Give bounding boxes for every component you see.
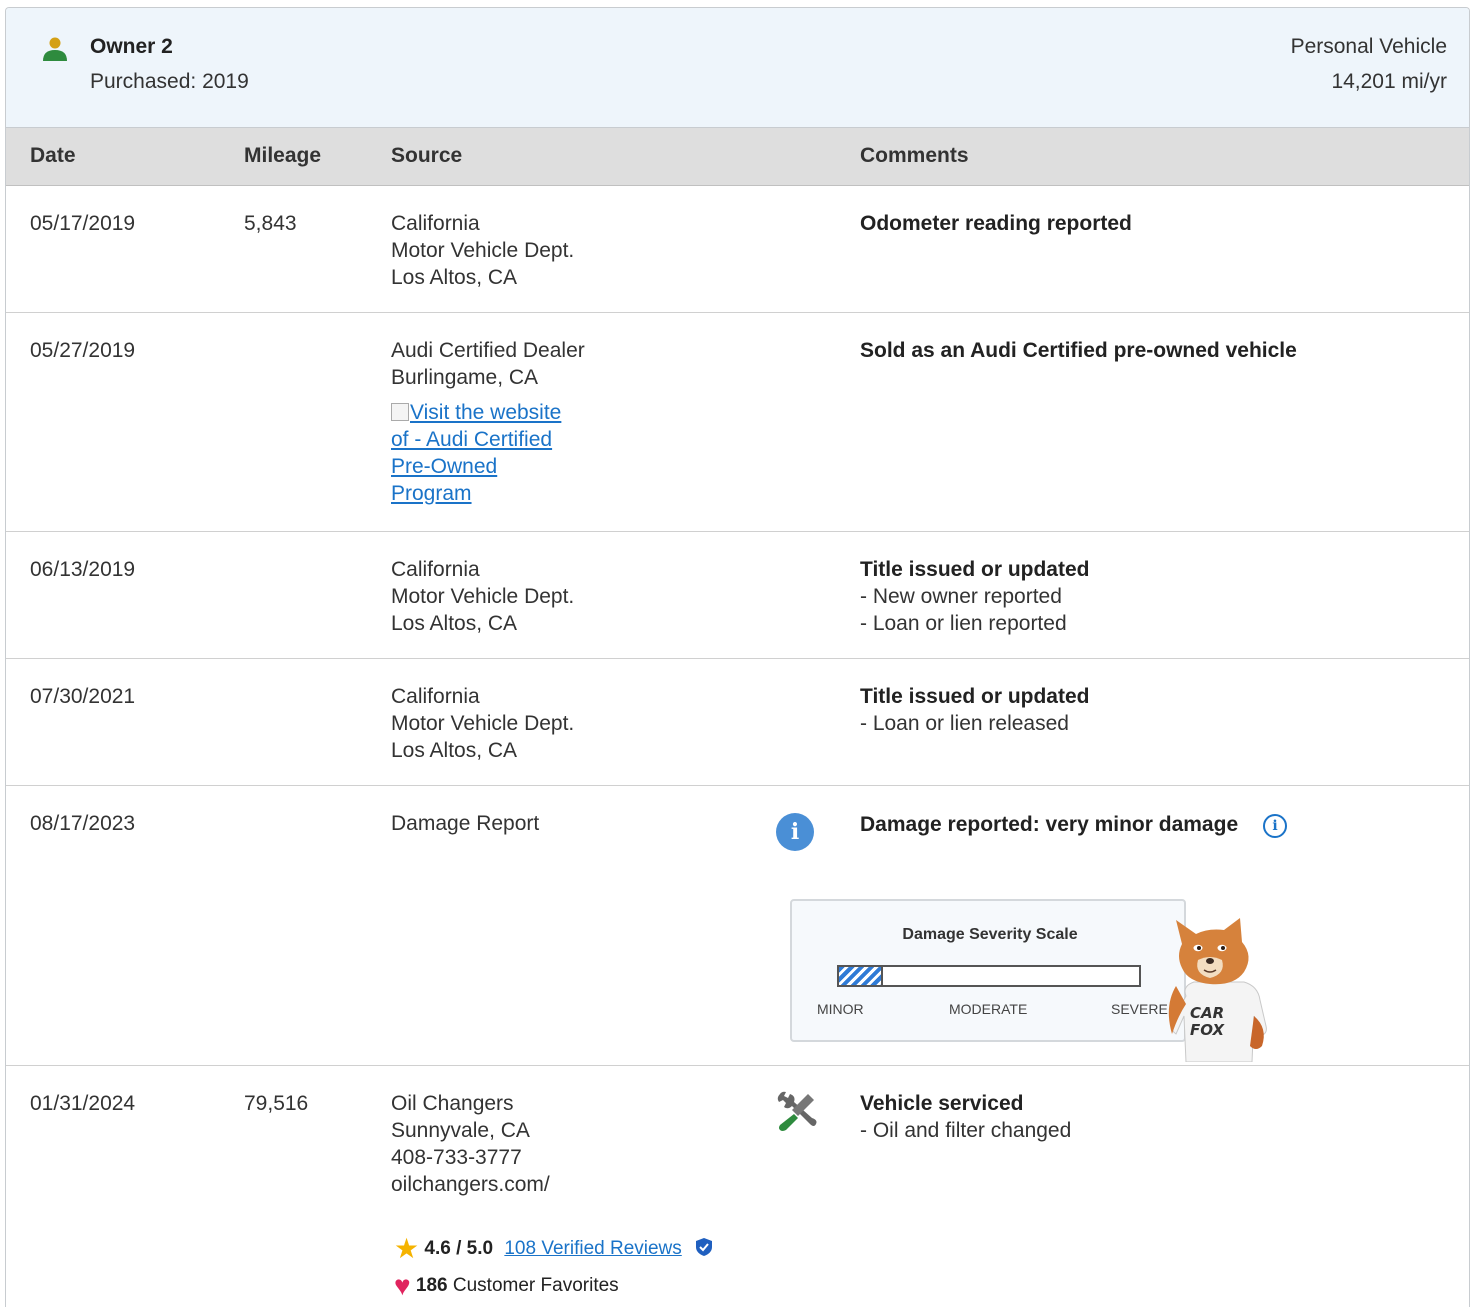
table-row: 07/30/2021 California Motor Vehicle Dept… bbox=[6, 659, 1469, 786]
person-icon bbox=[43, 37, 67, 61]
table-row: 06/13/2019 California Motor Vehicle Dept… bbox=[6, 532, 1469, 659]
owner-header: Owner 2 Purchased: 2019 Personal Vehicle… bbox=[6, 8, 1469, 128]
comment-item: - Loan or lien reported bbox=[860, 612, 1067, 635]
severity-label-severe: SEVERE bbox=[1111, 1001, 1168, 1017]
owner-purchased: Purchased: 2019 bbox=[90, 70, 249, 93]
info-icon: i bbox=[776, 813, 814, 851]
header-date: Date bbox=[30, 144, 76, 167]
vehicle-history-panel: Owner 2 Purchased: 2019 Personal Vehicle… bbox=[5, 7, 1470, 1307]
header-source: Source bbox=[391, 144, 463, 167]
table-row: 05/27/2019 Audi Certified Dealer Burling… bbox=[6, 313, 1469, 532]
carfox-mascot: CAR FOX bbox=[1168, 918, 1267, 1062]
source-line: Los Altos, CA bbox=[391, 612, 518, 635]
row-comments: Vehicle serviced - Oil and filter change… bbox=[860, 1090, 1071, 1144]
star-icon: ★ bbox=[394, 1233, 420, 1264]
row-date: 05/17/2019 bbox=[30, 212, 136, 235]
source-line: Burlingame, CA bbox=[391, 366, 539, 389]
table-row: 01/31/2024 79,516 Oil Changers Sunnyvale… bbox=[6, 1066, 1469, 1307]
row-source: California Motor Vehicle Dept. Los Altos… bbox=[391, 210, 574, 291]
severity-fill bbox=[839, 967, 883, 985]
comment-title: Title issued or updated bbox=[860, 558, 1090, 581]
source-line: Damage Report bbox=[391, 812, 540, 835]
source-line: Los Altos, CA bbox=[391, 739, 518, 762]
verified-shield-icon bbox=[696, 1238, 713, 1256]
source-line: California bbox=[391, 685, 480, 708]
source-line: Sunnyvale, CA bbox=[391, 1119, 530, 1142]
row-comments: Sold as an Audi Certified pre-owned vehi… bbox=[860, 337, 1297, 364]
row-comments: Damage reported: very minor damage bbox=[860, 811, 1238, 838]
header-comments: Comments bbox=[860, 144, 969, 167]
row-mileage: 5,843 bbox=[244, 212, 297, 235]
source-line: oilchangers.com/ bbox=[391, 1173, 550, 1196]
info-outline-icon[interactable]: i bbox=[1263, 814, 1287, 838]
row-date: 05/27/2019 bbox=[30, 339, 136, 362]
row-comments: Title issued or updated - Loan or lien r… bbox=[860, 683, 1089, 737]
miles-per-year: 14,201 mi/yr bbox=[1331, 70, 1447, 93]
broken-image-icon bbox=[391, 403, 409, 421]
table-row: 05/17/2019 5,843 California Motor Vehicl… bbox=[6, 186, 1469, 313]
row-source: Oil Changers Sunnyvale, CA 408-733-3777 … bbox=[391, 1090, 550, 1198]
comment-item: - Oil and filter changed bbox=[860, 1119, 1072, 1142]
header-mileage: Mileage bbox=[244, 144, 322, 167]
svg-text:FOX: FOX bbox=[1190, 1021, 1225, 1039]
dealer-website-link[interactable]: Visit the website of - Audi Certified Pr… bbox=[391, 399, 581, 507]
source-line: 408-733-3777 bbox=[391, 1146, 522, 1169]
source-line: California bbox=[391, 212, 480, 235]
favorites-label: Customer Favorites bbox=[452, 1275, 619, 1296]
owner-title: Owner 2 bbox=[90, 35, 173, 58]
comment-item: - Loan or lien released bbox=[860, 712, 1069, 735]
rating-value: 4.6 / 5.0 bbox=[424, 1238, 494, 1259]
severity-label-moderate: MODERATE bbox=[949, 1001, 1028, 1017]
vehicle-type: Personal Vehicle bbox=[1290, 35, 1447, 58]
rating-line: ★ 4.6 / 5.0 108 Verified Reviews bbox=[394, 1232, 713, 1265]
favorites-count: 186 bbox=[415, 1275, 448, 1296]
verified-reviews-link[interactable]: 108 Verified Reviews bbox=[504, 1238, 681, 1259]
source-line: Audi Certified Dealer bbox=[391, 339, 585, 362]
comment-title: Vehicle serviced bbox=[860, 1092, 1024, 1115]
source-line: Motor Vehicle Dept. bbox=[391, 239, 575, 262]
service-tools-icon bbox=[777, 1091, 817, 1131]
heart-icon: ♥ bbox=[394, 1270, 411, 1301]
svg-text:CAR: CAR bbox=[1190, 1004, 1224, 1022]
comment-title: Damage reported: very minor damage bbox=[860, 813, 1239, 836]
damage-severity-scale: Damage Severity Scale MINOR MODERATE SEV… bbox=[790, 899, 1186, 1042]
row-source: California Motor Vehicle Dept. Los Altos… bbox=[391, 556, 574, 637]
severity-label-minor: MINOR bbox=[817, 1001, 864, 1017]
favorites-line: ♥ 186 Customer Favorites bbox=[394, 1270, 619, 1302]
comment-title: Odometer reading reported bbox=[860, 212, 1132, 235]
source-line: Oil Changers bbox=[391, 1092, 514, 1115]
table-row: 08/17/2023 Damage Report i Damage report… bbox=[6, 786, 1469, 1066]
severity-bar bbox=[837, 965, 1141, 987]
source-line: Los Altos, CA bbox=[391, 266, 518, 289]
row-comments: Title issued or updated - New owner repo… bbox=[860, 556, 1089, 637]
row-date: 08/17/2023 bbox=[30, 812, 136, 835]
row-date: 06/13/2019 bbox=[30, 558, 136, 581]
row-source: Audi Certified Dealer Burlingame, CA bbox=[391, 337, 585, 391]
table-header: Date Mileage Source Comments bbox=[6, 128, 1469, 186]
row-date: 07/30/2021 bbox=[30, 685, 136, 708]
comment-title: Title issued or updated bbox=[860, 685, 1090, 708]
row-source: Damage Report bbox=[391, 810, 539, 837]
comment-title: Sold as an Audi Certified pre-owned vehi… bbox=[860, 339, 1297, 362]
comment-item: - New owner reported bbox=[860, 585, 1062, 608]
source-line: Motor Vehicle Dept. bbox=[391, 585, 575, 608]
source-line: California bbox=[391, 558, 480, 581]
row-date: 01/31/2024 bbox=[30, 1092, 136, 1115]
source-line: Motor Vehicle Dept. bbox=[391, 712, 575, 735]
dealer-link-text: Visit the website of - Audi Certified Pr… bbox=[391, 401, 562, 505]
row-mileage: 79,516 bbox=[244, 1092, 309, 1115]
severity-title: Damage Severity Scale bbox=[902, 926, 1078, 943]
row-comments: Odometer reading reported bbox=[860, 210, 1132, 237]
row-source: California Motor Vehicle Dept. Los Altos… bbox=[391, 683, 574, 764]
